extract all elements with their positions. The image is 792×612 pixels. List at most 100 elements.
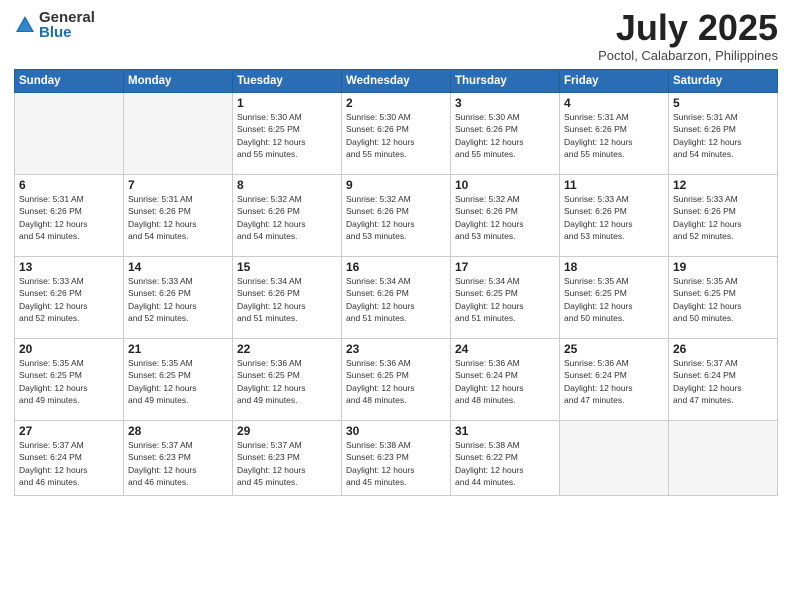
- day-info: Sunrise: 5:38 AMSunset: 6:22 PMDaylight:…: [455, 439, 555, 488]
- day-number: 19: [673, 260, 773, 274]
- title-month: July 2025: [598, 10, 778, 46]
- day-cell: 1Sunrise: 5:30 AMSunset: 6:25 PMDaylight…: [233, 93, 342, 175]
- day-info: Sunrise: 5:34 AMSunset: 6:26 PMDaylight:…: [346, 275, 446, 324]
- day-info: Sunrise: 5:37 AMSunset: 6:24 PMDaylight:…: [673, 357, 773, 406]
- day-number: 18: [564, 260, 664, 274]
- day-number: 23: [346, 342, 446, 356]
- day-number: 31: [455, 424, 555, 438]
- page: General Blue July 2025 Poctol, Calabarzo…: [0, 0, 792, 612]
- day-cell: 16Sunrise: 5:34 AMSunset: 6:26 PMDayligh…: [342, 257, 451, 339]
- col-header-monday: Monday: [124, 70, 233, 93]
- day-number: 5: [673, 96, 773, 110]
- day-info: Sunrise: 5:35 AMSunset: 6:25 PMDaylight:…: [564, 275, 664, 324]
- day-number: 12: [673, 178, 773, 192]
- day-info: Sunrise: 5:37 AMSunset: 6:24 PMDaylight:…: [19, 439, 119, 488]
- col-header-friday: Friday: [560, 70, 669, 93]
- day-info: Sunrise: 5:31 AMSunset: 6:26 PMDaylight:…: [19, 193, 119, 242]
- day-cell: 7Sunrise: 5:31 AMSunset: 6:26 PMDaylight…: [124, 175, 233, 257]
- day-cell: 15Sunrise: 5:34 AMSunset: 6:26 PMDayligh…: [233, 257, 342, 339]
- day-cell: 25Sunrise: 5:36 AMSunset: 6:24 PMDayligh…: [560, 339, 669, 421]
- day-info: Sunrise: 5:35 AMSunset: 6:25 PMDaylight:…: [673, 275, 773, 324]
- day-info: Sunrise: 5:31 AMSunset: 6:26 PMDaylight:…: [128, 193, 228, 242]
- day-number: 2: [346, 96, 446, 110]
- day-info: Sunrise: 5:32 AMSunset: 6:26 PMDaylight:…: [346, 193, 446, 242]
- day-cell: 6Sunrise: 5:31 AMSunset: 6:26 PMDaylight…: [15, 175, 124, 257]
- day-cell: 18Sunrise: 5:35 AMSunset: 6:25 PMDayligh…: [560, 257, 669, 339]
- day-cell: 28Sunrise: 5:37 AMSunset: 6:23 PMDayligh…: [124, 421, 233, 496]
- day-cell: [560, 421, 669, 496]
- day-number: 27: [19, 424, 119, 438]
- day-info: Sunrise: 5:30 AMSunset: 6:26 PMDaylight:…: [455, 111, 555, 160]
- week-row-3: 13Sunrise: 5:33 AMSunset: 6:26 PMDayligh…: [15, 257, 778, 339]
- day-info: Sunrise: 5:31 AMSunset: 6:26 PMDaylight:…: [673, 111, 773, 160]
- day-cell: 14Sunrise: 5:33 AMSunset: 6:26 PMDayligh…: [124, 257, 233, 339]
- day-number: 30: [346, 424, 446, 438]
- day-cell: 21Sunrise: 5:35 AMSunset: 6:25 PMDayligh…: [124, 339, 233, 421]
- day-cell: 30Sunrise: 5:38 AMSunset: 6:23 PMDayligh…: [342, 421, 451, 496]
- day-info: Sunrise: 5:36 AMSunset: 6:25 PMDaylight:…: [237, 357, 337, 406]
- day-info: Sunrise: 5:30 AMSunset: 6:26 PMDaylight:…: [346, 111, 446, 160]
- week-row-5: 27Sunrise: 5:37 AMSunset: 6:24 PMDayligh…: [15, 421, 778, 496]
- day-number: 7: [128, 178, 228, 192]
- day-info: Sunrise: 5:32 AMSunset: 6:26 PMDaylight:…: [237, 193, 337, 242]
- day-cell: 9Sunrise: 5:32 AMSunset: 6:26 PMDaylight…: [342, 175, 451, 257]
- day-info: Sunrise: 5:35 AMSunset: 6:25 PMDaylight:…: [128, 357, 228, 406]
- day-number: 11: [564, 178, 664, 192]
- day-info: Sunrise: 5:31 AMSunset: 6:26 PMDaylight:…: [564, 111, 664, 160]
- logo-text: General Blue: [39, 10, 95, 40]
- header: General Blue July 2025 Poctol, Calabarzo…: [14, 10, 778, 63]
- day-cell: 3Sunrise: 5:30 AMSunset: 6:26 PMDaylight…: [451, 93, 560, 175]
- day-cell: 10Sunrise: 5:32 AMSunset: 6:26 PMDayligh…: [451, 175, 560, 257]
- day-number: 29: [237, 424, 337, 438]
- day-info: Sunrise: 5:33 AMSunset: 6:26 PMDaylight:…: [128, 275, 228, 324]
- day-info: Sunrise: 5:35 AMSunset: 6:25 PMDaylight:…: [19, 357, 119, 406]
- day-cell: 17Sunrise: 5:34 AMSunset: 6:25 PMDayligh…: [451, 257, 560, 339]
- day-info: Sunrise: 5:33 AMSunset: 6:26 PMDaylight:…: [19, 275, 119, 324]
- day-number: 1: [237, 96, 337, 110]
- day-cell: 29Sunrise: 5:37 AMSunset: 6:23 PMDayligh…: [233, 421, 342, 496]
- day-info: Sunrise: 5:33 AMSunset: 6:26 PMDaylight:…: [673, 193, 773, 242]
- title-block: July 2025 Poctol, Calabarzon, Philippine…: [598, 10, 778, 63]
- day-number: 8: [237, 178, 337, 192]
- day-cell: 23Sunrise: 5:36 AMSunset: 6:25 PMDayligh…: [342, 339, 451, 421]
- day-number: 28: [128, 424, 228, 438]
- day-info: Sunrise: 5:36 AMSunset: 6:24 PMDaylight:…: [564, 357, 664, 406]
- day-cell: 12Sunrise: 5:33 AMSunset: 6:26 PMDayligh…: [669, 175, 778, 257]
- day-number: 22: [237, 342, 337, 356]
- day-number: 24: [455, 342, 555, 356]
- col-header-saturday: Saturday: [669, 70, 778, 93]
- col-header-sunday: Sunday: [15, 70, 124, 93]
- day-number: 16: [346, 260, 446, 274]
- week-row-2: 6Sunrise: 5:31 AMSunset: 6:26 PMDaylight…: [15, 175, 778, 257]
- day-cell: 22Sunrise: 5:36 AMSunset: 6:25 PMDayligh…: [233, 339, 342, 421]
- week-row-4: 20Sunrise: 5:35 AMSunset: 6:25 PMDayligh…: [15, 339, 778, 421]
- day-number: 3: [455, 96, 555, 110]
- day-cell: 2Sunrise: 5:30 AMSunset: 6:26 PMDaylight…: [342, 93, 451, 175]
- col-header-wednesday: Wednesday: [342, 70, 451, 93]
- day-info: Sunrise: 5:34 AMSunset: 6:25 PMDaylight:…: [455, 275, 555, 324]
- day-number: 17: [455, 260, 555, 274]
- day-number: 25: [564, 342, 664, 356]
- day-cell: 31Sunrise: 5:38 AMSunset: 6:22 PMDayligh…: [451, 421, 560, 496]
- day-info: Sunrise: 5:34 AMSunset: 6:26 PMDaylight:…: [237, 275, 337, 324]
- day-cell: 8Sunrise: 5:32 AMSunset: 6:26 PMDaylight…: [233, 175, 342, 257]
- day-cell: [124, 93, 233, 175]
- header-row: SundayMondayTuesdayWednesdayThursdayFrid…: [15, 70, 778, 93]
- day-cell: 27Sunrise: 5:37 AMSunset: 6:24 PMDayligh…: [15, 421, 124, 496]
- day-info: Sunrise: 5:36 AMSunset: 6:25 PMDaylight:…: [346, 357, 446, 406]
- logo-blue: Blue: [39, 25, 95, 40]
- day-number: 6: [19, 178, 119, 192]
- day-number: 13: [19, 260, 119, 274]
- day-cell: 19Sunrise: 5:35 AMSunset: 6:25 PMDayligh…: [669, 257, 778, 339]
- day-number: 26: [673, 342, 773, 356]
- day-cell: [669, 421, 778, 496]
- day-info: Sunrise: 5:38 AMSunset: 6:23 PMDaylight:…: [346, 439, 446, 488]
- day-info: Sunrise: 5:36 AMSunset: 6:24 PMDaylight:…: [455, 357, 555, 406]
- day-cell: 24Sunrise: 5:36 AMSunset: 6:24 PMDayligh…: [451, 339, 560, 421]
- day-number: 14: [128, 260, 228, 274]
- col-header-tuesday: Tuesday: [233, 70, 342, 93]
- day-info: Sunrise: 5:30 AMSunset: 6:25 PMDaylight:…: [237, 111, 337, 160]
- day-cell: 26Sunrise: 5:37 AMSunset: 6:24 PMDayligh…: [669, 339, 778, 421]
- day-number: 20: [19, 342, 119, 356]
- day-info: Sunrise: 5:37 AMSunset: 6:23 PMDaylight:…: [128, 439, 228, 488]
